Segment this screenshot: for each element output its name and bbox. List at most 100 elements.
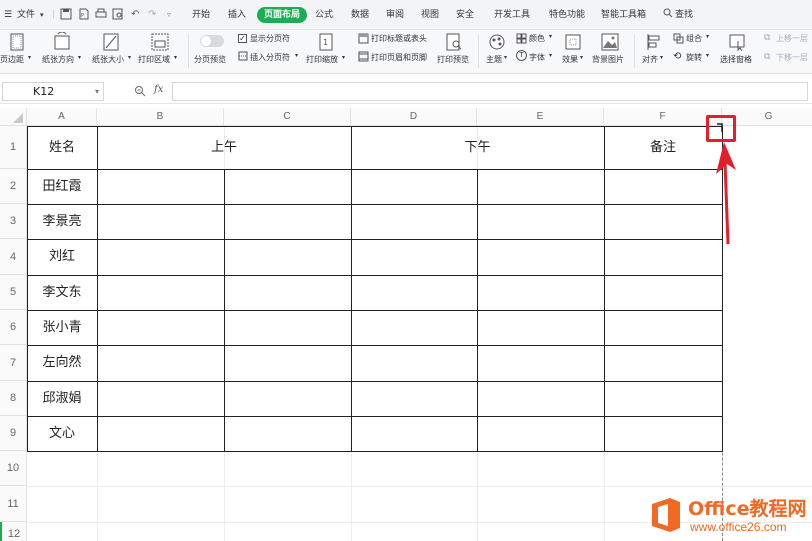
align-button[interactable]: 对齐 [642,54,658,65]
column-header-f[interactable]: F [604,108,722,126]
print-titles-icon[interactable] [358,33,369,44]
tab-review[interactable]: 审阅 [386,7,404,23]
colors-chevron-icon[interactable]: ▾ [549,33,552,40]
effects-button[interactable]: 效果 [562,54,578,65]
row-header-2[interactable]: 2 [0,169,27,204]
tab-view[interactable]: 视图 [421,7,439,23]
row-header-1[interactable]: 1 [0,126,27,169]
name-box[interactable]: K12 ▾ [2,82,104,101]
theme-icon[interactable] [488,33,506,51]
print-scaling-icon[interactable]: 1 [318,32,334,52]
header-morning-cell[interactable]: 上午 [97,126,351,169]
print-preview-ribbon-icon[interactable] [445,32,463,52]
effects-icon[interactable] [564,33,582,51]
search-icon[interactable] [663,7,673,23]
insert-page-break-button[interactable]: 插入分页符 [250,52,290,63]
selection-pane-icon[interactable] [728,33,746,51]
colors-button[interactable]: 颜色 [529,33,545,44]
name-cell[interactable]: 邱淑娟 [27,381,97,416]
page-break-preview-button[interactable]: 分页预览 [194,54,226,65]
background-image-button[interactable]: 背景图片 [592,54,624,65]
tab-developer[interactable]: 开发工具 [494,7,530,23]
column-header-b[interactable]: B [97,108,224,126]
paper-size-chevron-icon[interactable]: ▾ [128,54,131,61]
column-header-a[interactable]: A [27,108,97,126]
row-header-9[interactable]: 9 [0,416,27,451]
print-titles-button[interactable]: 打印标题或表头 [371,33,427,44]
paper-size-button[interactable]: 纸张大小 [92,54,124,65]
theme-chevron-icon[interactable]: ▾ [504,54,507,61]
search-label[interactable]: 查找 [675,7,693,23]
spreadsheet-grid[interactable]: A B C D E F G 1 2 3 4 5 6 7 8 9 10 11 12… [0,108,812,541]
group-chevron-icon[interactable]: ▾ [706,33,709,40]
print-preview-icon[interactable] [112,8,124,20]
paper-size-icon[interactable] [102,32,120,52]
name-cell[interactable]: 左向然 [27,345,97,381]
tab-home[interactable]: 开始 [192,7,210,23]
tab-smart-toolbox[interactable]: 智能工具箱 [601,7,646,23]
print-header-footer-icon[interactable] [358,51,369,62]
name-cell[interactable]: 田红霞 [27,169,97,204]
row-header-12[interactable]: 12 [0,522,27,541]
rotate-icon[interactable]: ⟲ [673,51,681,62]
tab-insert[interactable]: 插入 [228,7,246,23]
header-remark-cell[interactable]: 备注 [604,126,722,169]
tab-formulas[interactable]: 公式 [315,7,333,23]
tab-data[interactable]: 数据 [351,7,369,23]
print-icon[interactable] [95,8,107,20]
header-afternoon-cell[interactable]: 下午 [351,126,604,169]
margins-chevron-icon[interactable]: ▾ [28,54,31,61]
align-icon[interactable] [646,33,662,51]
effects-chevron-icon[interactable]: ▾ [580,54,583,61]
print-header-footer-button[interactable]: 打印页眉和页脚 [371,52,427,63]
selection-pane-button[interactable]: 选择窗格 [720,54,752,65]
name-cell[interactable]: 李文东 [27,275,97,310]
rotate-button[interactable]: 旋转 [686,52,702,63]
colors-icon[interactable] [516,33,527,44]
print-area-chevron-icon[interactable]: ▾ [174,54,177,61]
rotate-chevron-icon[interactable]: ▾ [706,52,709,59]
show-page-breaks-label[interactable]: 显示分页符 [250,33,290,44]
row-header-6[interactable]: 6 [0,310,27,345]
background-image-icon[interactable] [600,32,620,52]
fonts-chevron-icon[interactable]: ▾ [549,52,552,59]
row-header-11[interactable]: 11 [0,486,27,522]
page-break-preview-toggle[interactable] [200,35,224,47]
fonts-icon[interactable]: T [516,50,527,61]
margins-button[interactable]: 页边距 [0,54,24,65]
print-preview-button[interactable]: 打印预览 [437,54,469,65]
print-area-button[interactable]: 打印区域 [138,54,170,65]
zoom-icon[interactable] [134,85,146,97]
column-header-c[interactable]: C [224,108,351,126]
formula-input[interactable] [172,82,808,101]
file-menu-chevron-icon[interactable]: ▾ [40,7,44,23]
fonts-button[interactable]: 字体 [529,52,545,63]
name-cell[interactable]: 文心 [27,416,97,451]
show-page-breaks-checkbox[interactable]: ✓ [238,34,247,43]
group-icon[interactable] [673,33,684,44]
name-box-chevron-icon[interactable]: ▾ [95,83,99,100]
header-name-cell[interactable]: 姓名 [27,126,97,169]
print-scaling-chevron-icon[interactable]: ▾ [342,54,345,61]
theme-button[interactable]: 主题 [486,54,502,65]
column-header-d[interactable]: D [351,108,477,126]
tab-security[interactable]: 安全 [456,7,474,23]
name-cell[interactable]: 刘红 [27,239,97,275]
redo-icon[interactable]: ↷ [148,7,156,23]
orientation-chevron-icon[interactable]: ▾ [78,54,81,61]
row-header-10[interactable]: 10 [0,451,27,486]
export-pdf-icon[interactable]: P [78,8,90,20]
undo-icon[interactable]: ↶ [131,7,139,23]
name-cell[interactable]: 李景亮 [27,204,97,239]
print-scaling-button[interactable]: 打印缩放 [306,54,338,65]
file-menu[interactable]: 文件 [17,7,35,23]
row-header-4[interactable]: 4 [0,239,27,275]
row-header-7[interactable]: 7 [0,345,27,381]
row-header-3[interactable]: 3 [0,204,27,239]
fx-icon[interactable]: fx [154,84,163,95]
align-chevron-icon[interactable]: ▾ [660,54,663,61]
save-icon[interactable] [60,8,72,20]
row-header-8[interactable]: 8 [0,381,27,416]
tab-page-layout[interactable]: 页面布局 [257,7,308,23]
insert-page-break-icon[interactable] [238,51,248,61]
